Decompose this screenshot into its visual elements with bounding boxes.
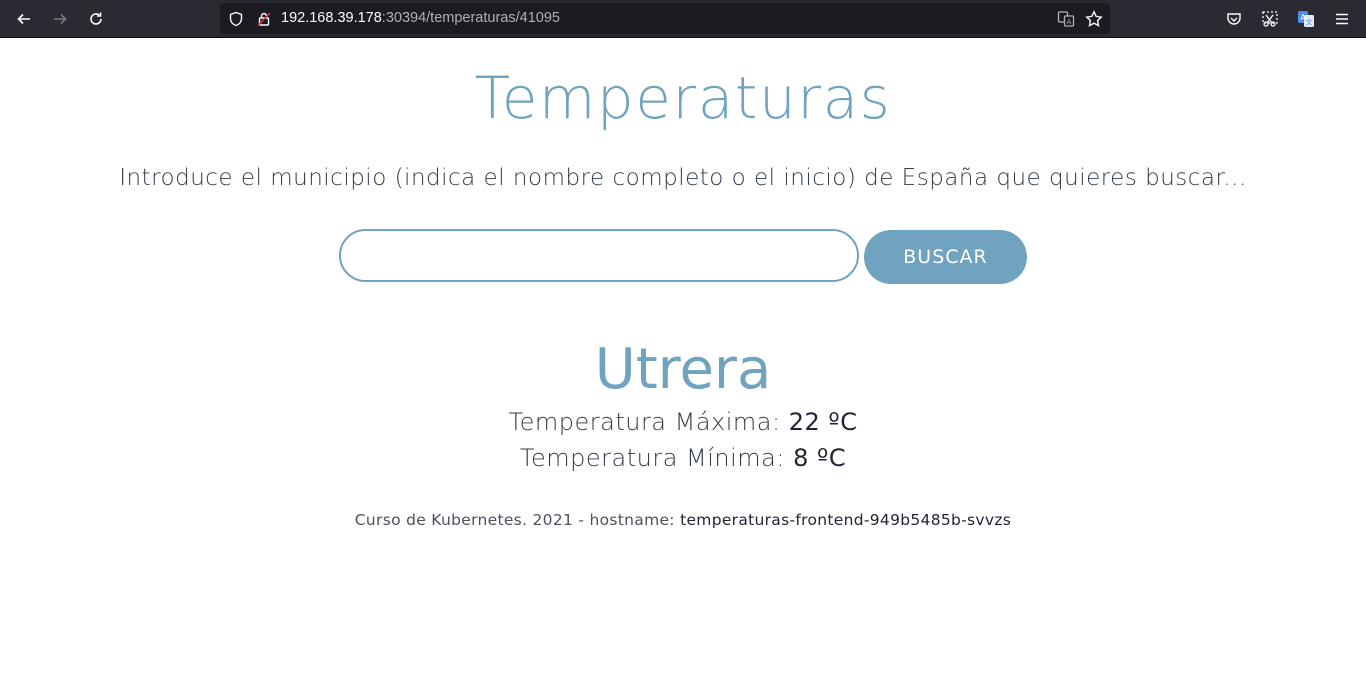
- forward-icon[interactable]: [46, 5, 74, 33]
- footer-text: Curso de Kubernetes. 2021 - hostname:: [354, 511, 675, 529]
- url-text[interactable]: 192.168.39.178:30394/temperaturas/41095: [281, 10, 560, 26]
- min-temperature: Temperatura Mínima: 8 ºC: [0, 444, 1366, 472]
- bookmark-star-icon[interactable]: [1084, 9, 1104, 29]
- url-bar[interactable]: 192.168.39.178:30394/temperaturas/41095 …: [220, 3, 1110, 34]
- translate-icon[interactable]: A: [1056, 9, 1076, 29]
- svg-text:文: 文: [1306, 18, 1313, 27]
- page-title: Temperaturas: [474, 64, 892, 132]
- footer: Curso de Kubernetes. 2021 - hostname: te…: [0, 511, 1366, 529]
- reload-icon[interactable]: [82, 5, 110, 33]
- pocket-icon[interactable]: [1220, 5, 1248, 33]
- url-host: 192.168.39.178: [281, 10, 382, 26]
- search-input[interactable]: [339, 229, 859, 282]
- city-name: Utrera: [594, 337, 772, 402]
- svg-text:A: A: [1067, 18, 1072, 26]
- screenshot-icon[interactable]: [1256, 5, 1284, 33]
- menu-icon[interactable]: [1328, 5, 1356, 33]
- max-temperature: Temperatura Máxima: 22 ºC: [0, 408, 1366, 436]
- back-icon[interactable]: [10, 5, 38, 33]
- shield-icon[interactable]: [226, 9, 246, 29]
- min-temperature-label: Temperatura Mínima:: [519, 444, 785, 472]
- lock-icon[interactable]: [254, 9, 274, 29]
- search-button[interactable]: BUSCAR: [864, 230, 1027, 284]
- browser-toolbar: 192.168.39.178:30394/temperaturas/41095 …: [0, 0, 1366, 38]
- translate-extension-icon[interactable]: A文: [1292, 5, 1320, 33]
- max-temperature-label: Temperatura Máxima:: [508, 408, 781, 436]
- footer-hostname: temperaturas-frontend-949b5485b-svvzs: [680, 511, 1012, 529]
- min-temperature-value: 8 ºC: [793, 444, 847, 472]
- max-temperature-value: 22 ºC: [788, 408, 858, 436]
- search-instructions: Introduce el municipio (indica el nombre…: [119, 165, 1247, 191]
- url-path: :30394/temperaturas/41095: [381, 10, 560, 26]
